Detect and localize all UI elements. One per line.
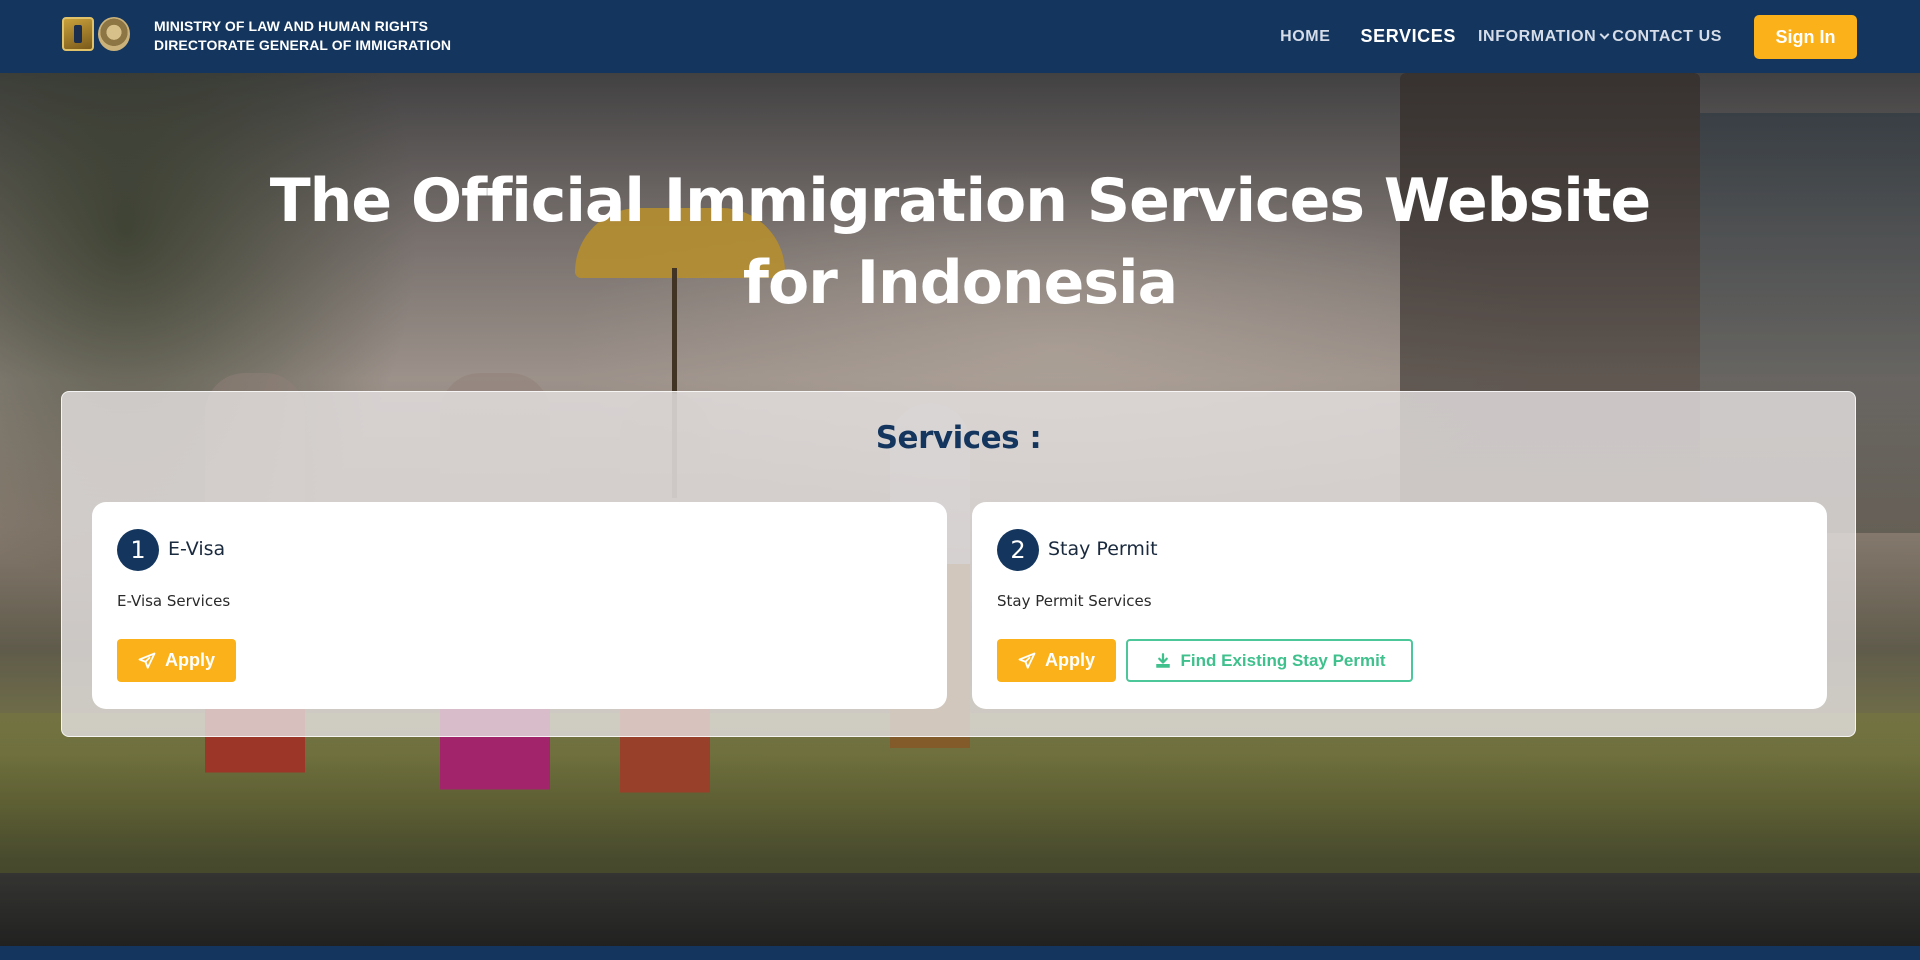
- find-existing-stay-permit-button[interactable]: Find Existing Stay Permit: [1126, 639, 1413, 682]
- top-navigation-bar: MINISTRY OF LAW AND HUMAN RIGHTS DIRECTO…: [0, 0, 1920, 73]
- apply-label: Apply: [1044, 650, 1095, 670]
- step-number-badge: 2: [997, 529, 1039, 571]
- page-title-line-1: The Official Immigration Services Websit…: [269, 166, 1651, 236]
- chevron-down-icon: [1599, 29, 1610, 39]
- service-card-description: E-Visa Services: [117, 592, 231, 610]
- logo-group[interactable]: [62, 17, 130, 51]
- nav-contact-us[interactable]: CONTACT US: [1612, 28, 1722, 46]
- main-nav: HOME SERVICES INFORMATION CONTACT US: [1280, 0, 1722, 73]
- service-card-title: Stay Permit: [1048, 538, 1158, 560]
- nav-services[interactable]: SERVICES: [1360, 26, 1456, 47]
- nav-information[interactable]: INFORMATION: [1478, 27, 1610, 46]
- download-icon: [1155, 652, 1170, 668]
- footer-edge: [0, 946, 1920, 960]
- org-name-line-2: DIRECTORATE GENERAL OF IMMIGRATION: [154, 37, 452, 53]
- paper-plane-icon: [138, 652, 156, 669]
- org-name-line-1: MINISTRY OF LAW AND HUMAN RIGHTS: [154, 18, 429, 34]
- service-card-description: Stay Permit Services: [997, 592, 1152, 610]
- e-visa-apply-button[interactable]: Apply: [117, 639, 236, 682]
- sign-in-button[interactable]: Sign In: [1754, 15, 1857, 59]
- service-card-stay-permit: 2 Stay Permit Stay Permit Services Apply…: [972, 502, 1827, 709]
- nav-information-label: INFORMATION: [1478, 27, 1597, 45]
- services-heading: Services :: [875, 420, 1042, 456]
- service-card-e-visa: 1 E-Visa E-Visa Services Apply: [92, 502, 947, 709]
- nav-home[interactable]: HOME: [1280, 28, 1330, 46]
- services-panel: Services : 1 E-Visa E-Visa Services Appl…: [61, 391, 1856, 737]
- service-card-title: E-Visa: [168, 538, 226, 560]
- paper-plane-icon: [1018, 652, 1036, 669]
- immigration-emblem-logo: [98, 17, 130, 51]
- step-number-badge: 1: [117, 529, 159, 571]
- stay-permit-apply-button[interactable]: Apply: [997, 639, 1116, 682]
- page-title-line-2: for Indonesia: [742, 248, 1178, 318]
- page-title: The Official Immigration Services Websit…: [0, 160, 1920, 324]
- find-existing-label: Find Existing Stay Permit: [1180, 650, 1386, 670]
- ministry-emblem-logo: [62, 17, 94, 51]
- organization-name: MINISTRY OF LAW AND HUMAN RIGHTS DIRECTO…: [154, 17, 451, 55]
- apply-label: Apply: [164, 650, 215, 670]
